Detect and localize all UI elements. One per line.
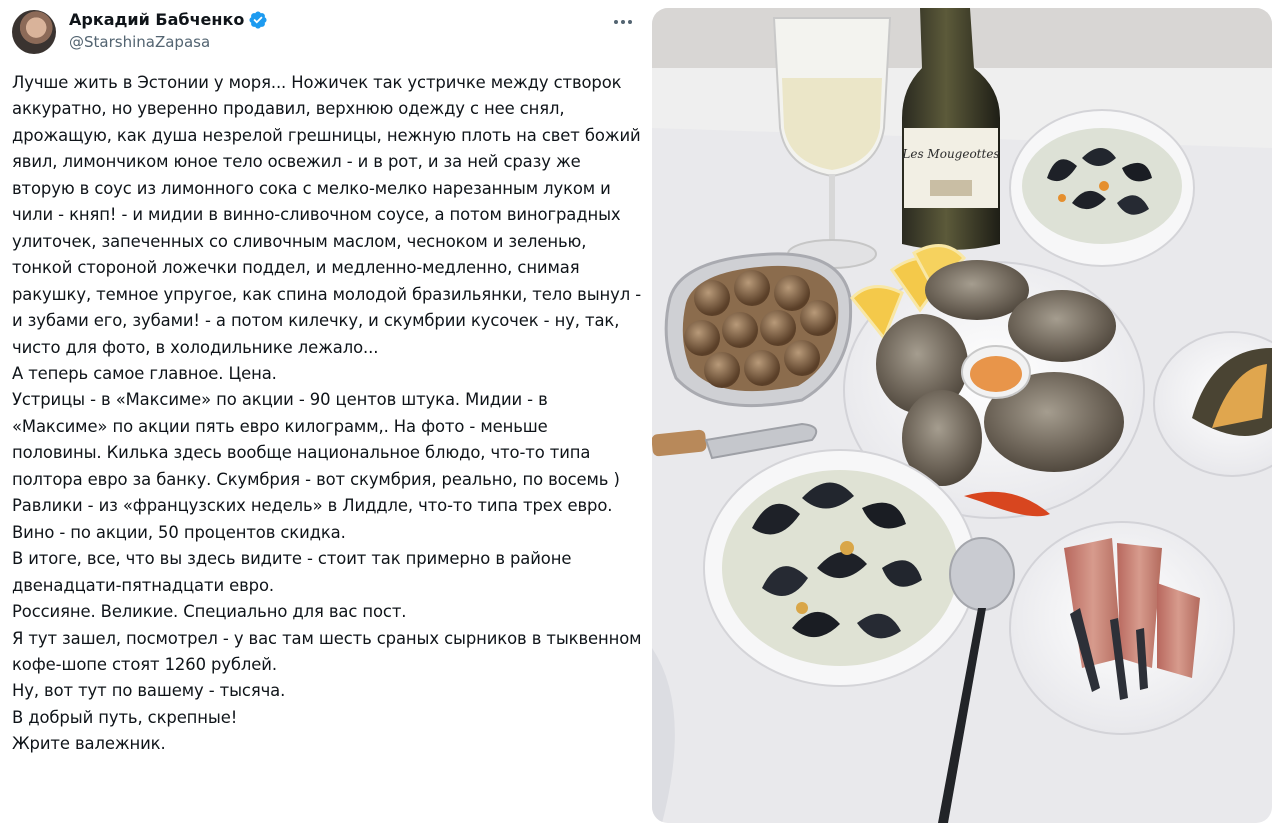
snail-tray bbox=[664, 252, 853, 408]
tweet-line: Россияне. Великие. Специально для вас по… bbox=[12, 602, 407, 622]
tweet-line: «Максиме» по акции пять евро килограмм,.… bbox=[12, 416, 548, 436]
tweet-line: Равлики - из «французских недель» в Лидд… bbox=[12, 496, 613, 516]
food-photo: Les Mougeottes bbox=[652, 8, 1272, 823]
tweet-line: явил, лимончиком юное тело освежил - и в… bbox=[12, 152, 581, 172]
tweet-line: Ну, вот тут по вашему - тысяча. bbox=[12, 681, 286, 701]
tweet-line: Вино - по акции, 50 процентов скидка. bbox=[12, 522, 346, 542]
tweet-line: В итоге, все, что вы здесь видите - стои… bbox=[12, 549, 572, 569]
tweet-line: двенадцати-пятнадцати евро. bbox=[12, 575, 274, 595]
tweet-line: ракушку, темное упругое, как спина молод… bbox=[12, 284, 642, 304]
tweet-line: аккуратно, но уверенно продавил, верхнюю… bbox=[12, 99, 565, 119]
author-name[interactable]: Аркадий Бабченко bbox=[69, 10, 244, 30]
avatar[interactable] bbox=[12, 10, 56, 54]
author-handle[interactable]: @StarshinaZapasa bbox=[69, 32, 268, 52]
tweet-line: чисто для фото, в холодильнике лежало... bbox=[12, 337, 379, 357]
tweet-line: кофе-шопе стоят 1260 рублей. bbox=[12, 654, 277, 674]
tweet-card: Аркадий Бабченко @StarshinaZapasa Лучше … bbox=[0, 0, 650, 823]
fish-plate bbox=[1009, 521, 1235, 735]
more-horizontal-icon bbox=[614, 20, 618, 24]
tweet-line: полтора евро за банку. Скумбрия - вот ск… bbox=[12, 469, 620, 489]
tweet-line: Я тут зашел, посмотрел - у вас там шесть… bbox=[12, 628, 642, 648]
verified-badge-icon bbox=[249, 11, 267, 29]
tweet-line: и зубами его, зубами! - а потом килечку,… bbox=[12, 311, 620, 331]
bottle-label: Les Mougeottes bbox=[901, 147, 999, 161]
tweet-line: Жрите валежник. bbox=[12, 734, 166, 754]
mussel-bowl-large bbox=[703, 449, 977, 687]
tweet-line: улиточек, запеченных со сливочным маслом… bbox=[12, 231, 587, 251]
tweet-line: половины. Килька здесь вообще национальн… bbox=[12, 443, 591, 463]
tweet-line: Устрицы - в «Максиме» по акции - 90 цент… bbox=[12, 390, 548, 410]
more-dot bbox=[621, 20, 625, 24]
tweet-line: Лучше жить в Эстонии у моря... Ножичек т… bbox=[12, 73, 622, 92]
tweet-line: чили - княп! - и мидии в винно-сливочном… bbox=[12, 205, 621, 225]
tweet-line: В добрый путь, скрепные! bbox=[12, 707, 238, 727]
tweet-line: вторую в соус из лимонного сока с мелко-… bbox=[12, 178, 611, 198]
more-options-button[interactable] bbox=[608, 10, 638, 34]
tweet-line: А теперь самое главное. Цена. bbox=[12, 363, 277, 383]
more-dot bbox=[628, 20, 632, 24]
author-block: Аркадий Бабченко @StarshinaZapasa bbox=[69, 10, 268, 52]
mussel-bowl-small bbox=[1009, 109, 1195, 267]
tweet-line: тонкой стороной ложечки поддел, и медлен… bbox=[12, 258, 580, 278]
tweet-text: Лучше жить в Эстонии у моря... Ножичек т… bbox=[12, 70, 642, 758]
author-name-row: Аркадий Бабченко bbox=[69, 10, 268, 30]
tweet-line: дрожащую, как душа незрелой грешницы, не… bbox=[12, 125, 641, 145]
tweet-photo[interactable]: Les Mougeottes bbox=[652, 8, 1272, 823]
